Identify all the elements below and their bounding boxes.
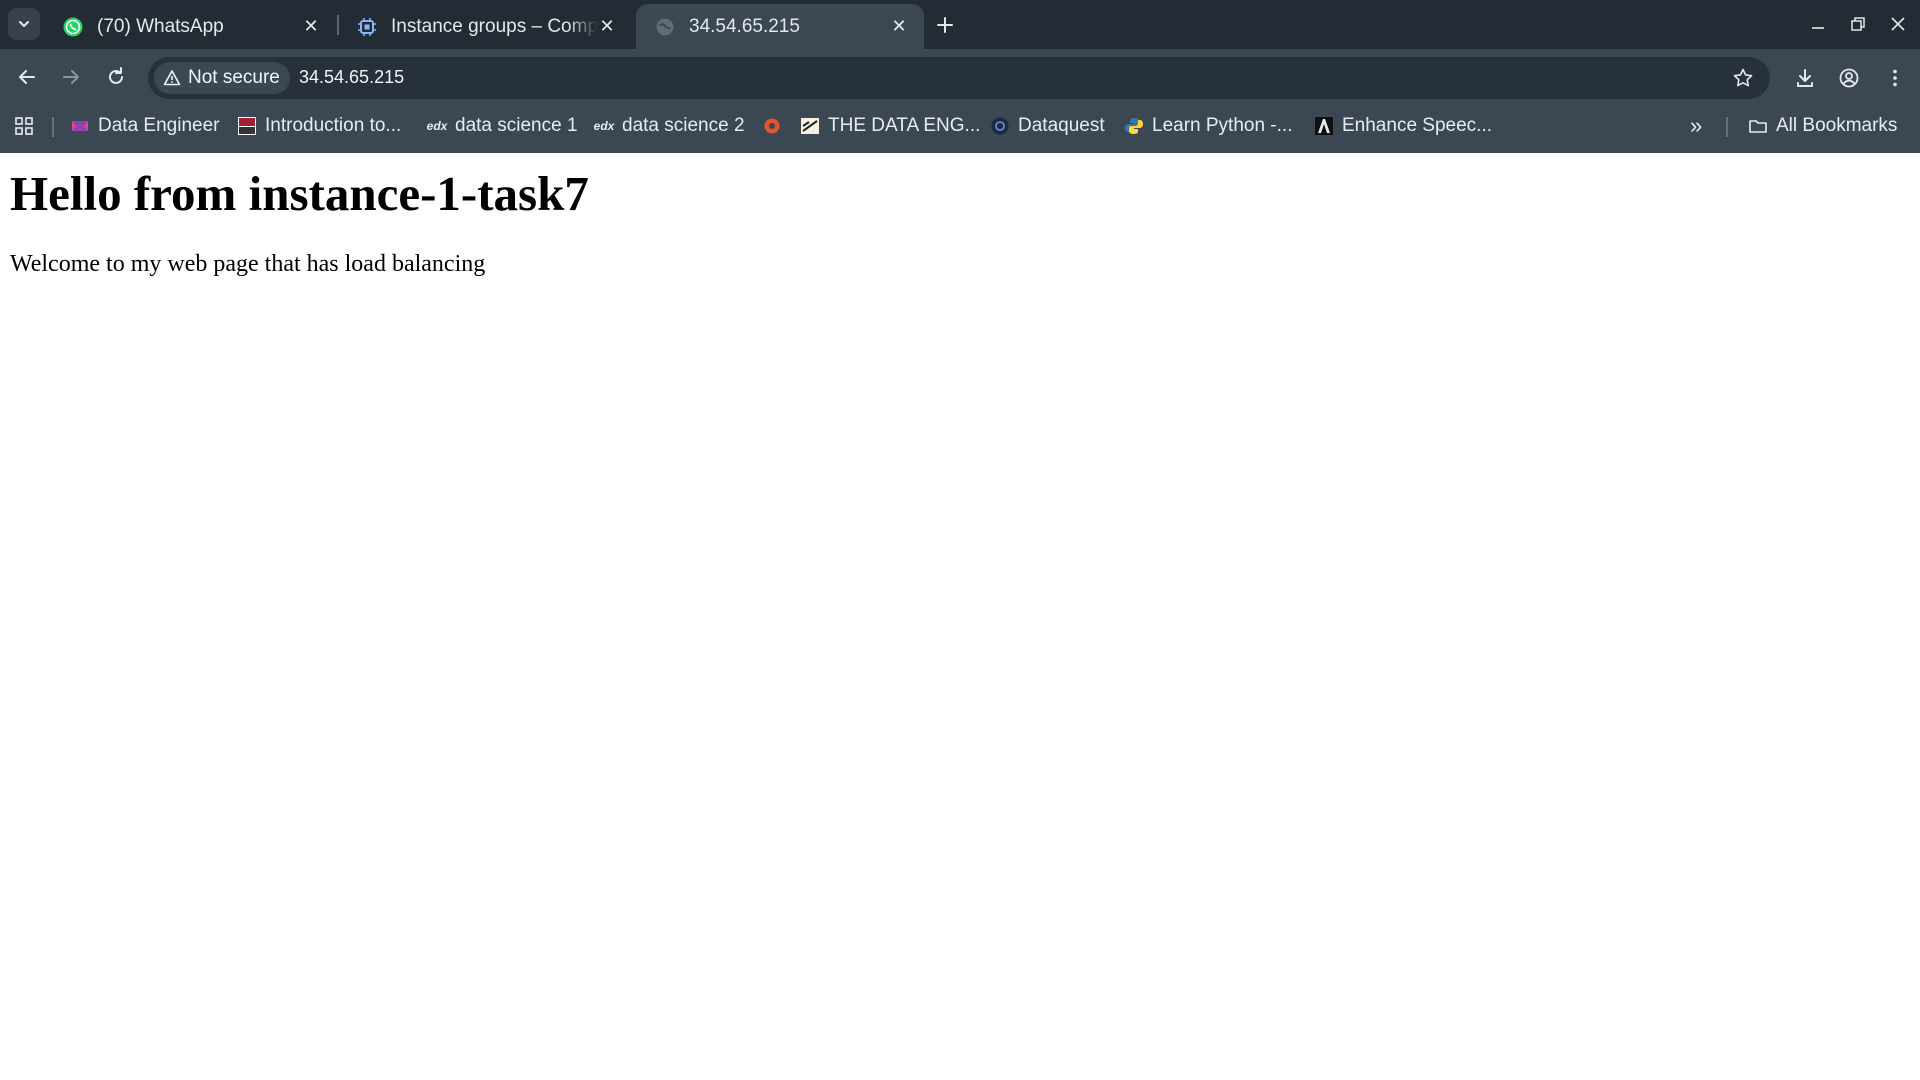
bookmark-label: data science 1 (455, 115, 578, 136)
profile-icon (1839, 68, 1859, 88)
more-vert-icon (1893, 69, 1897, 87)
bookmark-label: Enhance Speec... (1342, 115, 1492, 136)
page-heading: Hello from instance-1-task7 (10, 166, 589, 221)
download-icon (1797, 69, 1813, 87)
globe-icon (654, 16, 676, 38)
page-paragraph: Welcome to my web page that has load bal… (10, 251, 486, 277)
bookmark-label: THE DATA ENG... (828, 115, 981, 136)
compute-engine-icon (356, 16, 378, 38)
downloads-button[interactable] (1786, 59, 1824, 97)
tab-search-button[interactable] (8, 8, 40, 40)
all-bookmarks-label: All Bookmarks (1776, 115, 1898, 136)
bookmarks-bar: Data Engineer Introduction to... edx dat… (0, 108, 1920, 153)
web-page-content: Hello from instance-1-task7 Welcome to m… (0, 153, 1920, 1080)
plus-icon (937, 17, 953, 33)
new-tab-button[interactable] (930, 10, 960, 40)
apps-grid-icon (15, 117, 33, 135)
profile-button[interactable] (1830, 59, 1868, 97)
bookmark-label: Introduction to... (265, 115, 402, 136)
bookmark-label: Data Engineer (98, 115, 220, 136)
bookmark-introduction[interactable]: Introduction to... (237, 108, 401, 144)
menu-button[interactable] (1876, 59, 1914, 97)
restore-button[interactable] (1838, 6, 1878, 42)
bookmark-enhance-speech[interactable]: Enhance Speec... (1314, 108, 1492, 144)
arrow-left-icon (19, 70, 35, 84)
chevron-down-icon (19, 21, 29, 27)
apps-button[interactable] (14, 108, 34, 144)
adobe-icon (1314, 116, 1334, 136)
tab-whatsapp[interactable]: (70) WhatsApp ✕ (44, 4, 336, 49)
tab-instance-groups[interactable]: Instance groups – Compute Engine ✕ (338, 4, 632, 49)
security-chip[interactable]: Not secure (154, 62, 290, 94)
red-circle-icon (762, 116, 782, 136)
close-icon[interactable]: ✕ (300, 15, 322, 37)
mit-ocw-icon (237, 116, 257, 136)
dataquest-icon (990, 116, 1010, 136)
close-icon[interactable]: ✕ (888, 15, 910, 37)
tab-strip: (70) WhatsApp ✕ Instance groups – Comput… (0, 0, 1920, 49)
reload-icon (109, 67, 123, 84)
bookmarks-overflow-button[interactable]: » (1690, 108, 1702, 144)
folder-icon (1748, 116, 1768, 136)
close-icon[interactable]: ✕ (596, 15, 618, 37)
browser-toolbar: Not secure 34.54.65.215 (0, 49, 1920, 108)
url-text[interactable]: 34.54.65.215 (299, 67, 404, 88)
bookmark-the-data-eng[interactable]: THE DATA ENG... (800, 108, 980, 144)
bookmark-label: data science 2 (622, 115, 745, 136)
bookmark-unnamed[interactable] (762, 108, 790, 144)
all-bookmarks-button[interactable]: All Bookmarks (1748, 108, 1897, 144)
whatsapp-icon (62, 16, 84, 38)
bookmark-data-engineer[interactable]: Data Engineer (70, 108, 219, 144)
warning-icon (162, 68, 182, 88)
minimize-icon (1812, 27, 1824, 29)
tab-title: 34.54.65.215 (689, 15, 800, 37)
bookmarks-separator (1726, 117, 1728, 137)
tab-title: (70) WhatsApp (97, 15, 224, 37)
bookmark-dataquest[interactable]: Dataquest (990, 108, 1105, 144)
overflow-chevron-icon: » (1690, 113, 1703, 138)
forward-button[interactable] (53, 59, 89, 95)
bookmarks-separator (52, 117, 54, 137)
data-eng-icon (800, 116, 820, 136)
arrow-right-icon (63, 70, 79, 84)
edx-icon: edx (426, 119, 448, 133)
edx-icon: edx (593, 119, 615, 133)
reload-button[interactable] (98, 59, 134, 95)
bookmark-label: Learn Python -... (1152, 115, 1293, 136)
back-button[interactable] (9, 59, 45, 95)
bookmark-data-science-2[interactable]: edx data science 2 (594, 108, 745, 144)
tab-title: Instance groups – Compute Engine (391, 15, 598, 37)
close-window-button[interactable] (1878, 6, 1918, 42)
bookmark-data-science-1[interactable]: edx data science 1 (427, 108, 578, 144)
address-bar[interactable]: Not secure 34.54.65.215 (148, 57, 1770, 99)
restore-icon (1851, 17, 1865, 31)
bookmark-label: Dataquest (1018, 115, 1105, 136)
python-icon (1124, 116, 1144, 136)
bookmark-learn-python[interactable]: Learn Python -... (1124, 108, 1292, 144)
tab-active-page[interactable]: 34.54.65.215 ✕ (636, 4, 924, 49)
security-label: Not secure (188, 67, 280, 88)
bookmark-star-button[interactable] (1730, 65, 1756, 91)
close-icon (1891, 17, 1905, 31)
minimize-button[interactable] (1798, 6, 1838, 42)
star-icon (1733, 68, 1753, 87)
data-engineer-icon (70, 116, 90, 136)
